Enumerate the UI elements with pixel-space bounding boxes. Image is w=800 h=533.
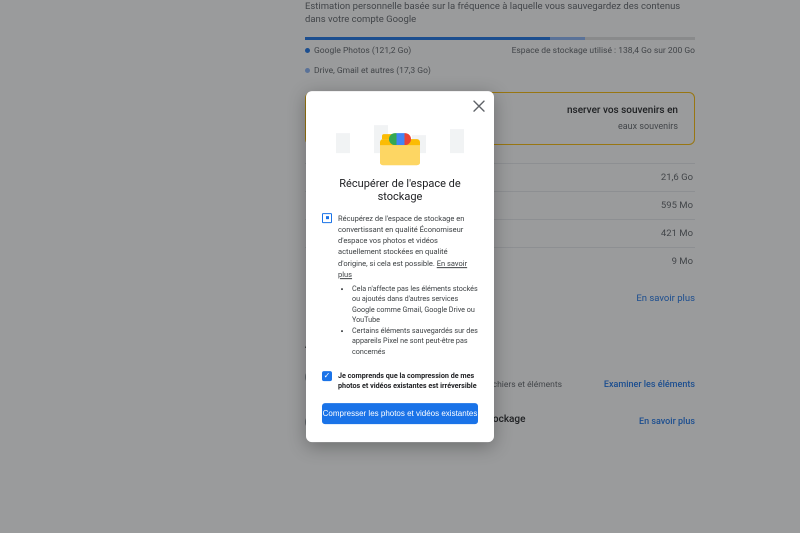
dialog-illustration <box>322 105 478 165</box>
bullet-item: Cela n'affecte pas les éléments stockés … <box>352 284 478 326</box>
recover-storage-dialog: Récupérer de l'espace de stockage Récupé… <box>306 91 494 443</box>
dialog-bullets: Cela n'affecte pas les éléments stockés … <box>338 284 478 357</box>
folder-icon <box>380 139 420 165</box>
dialog-description: Récupérez de l'espace de stockage en con… <box>338 213 478 358</box>
bullet-item: Certains éléments sauvegardés sur des ap… <box>352 326 478 357</box>
dialog-title: Récupérer de l'espace de stockage <box>322 177 478 203</box>
irreversible-checkbox[interactable]: ✓ <box>322 371 332 381</box>
compress-button[interactable]: Compresser les photos et vidéos existant… <box>322 403 478 424</box>
compress-icon <box>322 213 332 223</box>
checkbox-label: Je comprends que la compression de mes p… <box>338 371 478 391</box>
